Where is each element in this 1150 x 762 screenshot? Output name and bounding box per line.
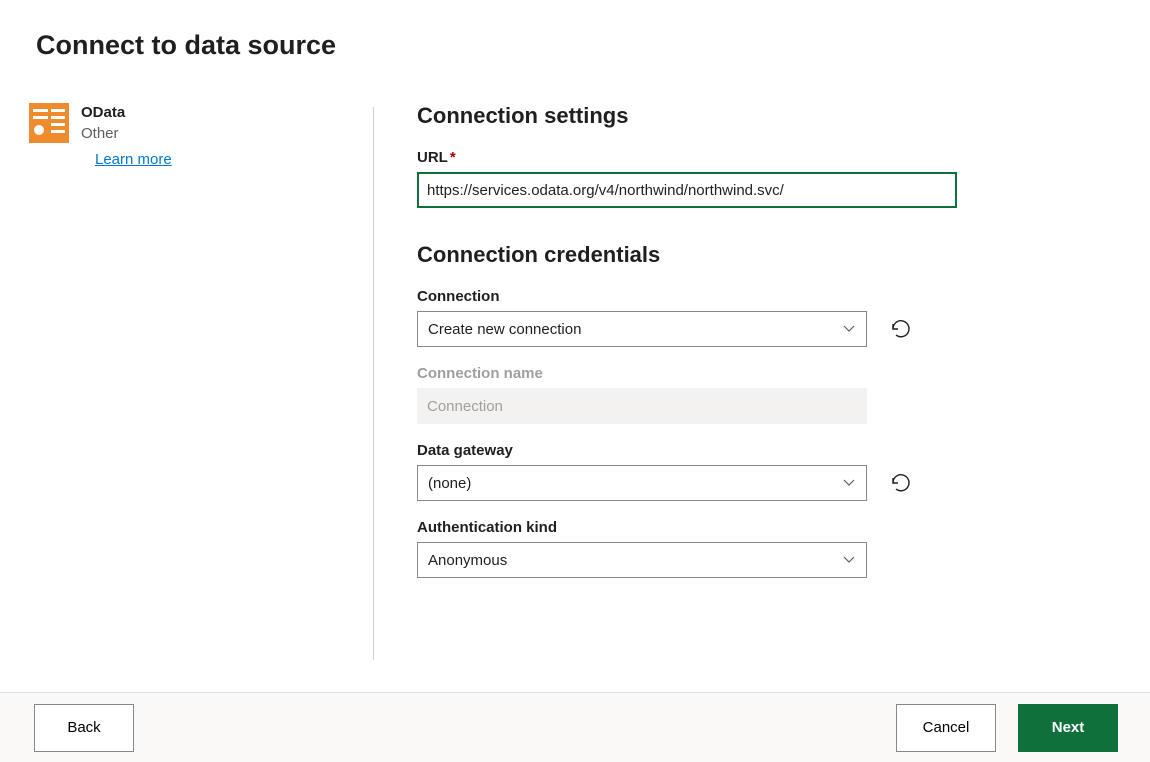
next-button[interactable]: Next <box>1018 704 1118 752</box>
authentication-kind-dropdown[interactable]: Anonymous <box>417 542 867 578</box>
chevron-down-icon <box>842 476 856 490</box>
connector-summary: OData Other Learn more <box>0 103 373 596</box>
data-gateway-dropdown[interactable]: (none) <box>417 465 867 501</box>
connector-category: Other <box>81 123 172 144</box>
back-button[interactable]: Back <box>34 704 134 752</box>
page-title: Connect to data source <box>0 0 1150 61</box>
connector-name: OData <box>81 103 172 123</box>
connection-name-label: Connection name <box>417 365 1120 382</box>
authentication-kind-value: Anonymous <box>428 552 507 569</box>
connection-settings-heading: Connection settings <box>417 103 1120 129</box>
refresh-connection-button[interactable] <box>889 317 913 341</box>
chevron-down-icon <box>842 322 856 336</box>
learn-more-link[interactable]: Learn more <box>95 151 172 168</box>
url-label: URL* <box>417 149 1120 166</box>
chevron-down-icon <box>842 553 856 567</box>
connection-name-input: Connection <box>417 388 867 424</box>
refresh-icon <box>890 472 912 494</box>
connection-credentials-heading: Connection credentials <box>417 242 1120 268</box>
dialog-footer: Back Cancel Next <box>0 692 1150 762</box>
refresh-gateway-button[interactable] <box>889 471 913 495</box>
odata-connector-icon <box>29 103 69 143</box>
data-gateway-dropdown-value: (none) <box>428 475 471 492</box>
panel-divider <box>373 107 374 660</box>
cancel-button[interactable]: Cancel <box>896 704 996 752</box>
connection-dropdown[interactable]: Create new connection <box>417 311 867 347</box>
data-gateway-label: Data gateway <box>417 442 1120 459</box>
refresh-icon <box>890 318 912 340</box>
url-input[interactable] <box>417 172 957 208</box>
connection-dropdown-value: Create new connection <box>428 321 581 338</box>
connection-label: Connection <box>417 288 1120 305</box>
authentication-kind-label: Authentication kind <box>417 519 1120 536</box>
required-indicator: * <box>450 149 456 166</box>
